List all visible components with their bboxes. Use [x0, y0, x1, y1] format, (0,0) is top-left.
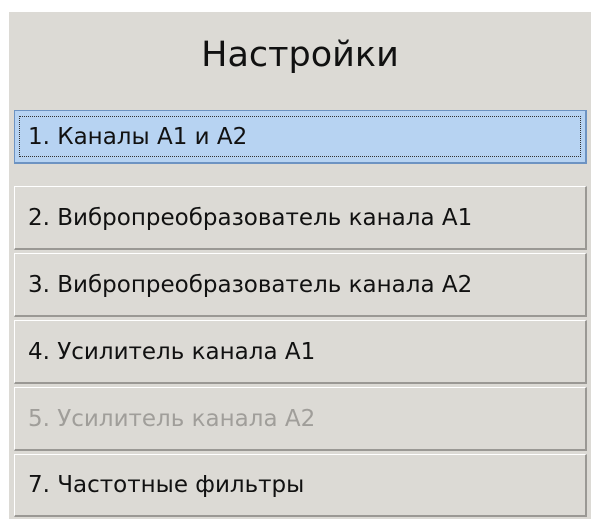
button-label: 2. Вибропреобразователь канала А1 [28, 204, 473, 231]
frequency-filters-button[interactable]: 7. Частотные фильтры [14, 454, 587, 517]
button-label: 5. Усилитель канала А2 [28, 405, 316, 432]
amplifier-a1-button[interactable]: 4. Усилитель канала А1 [14, 320, 587, 384]
page-title: Настройки [201, 35, 399, 75]
button-label: 4. Усилитель канала А1 [28, 338, 316, 365]
button-label: 7. Частотные фильтры [28, 472, 305, 498]
button-label: 1. Каналы А1 и А2 [28, 123, 248, 150]
vibro-transducer-a2-button[interactable]: 3. Вибропреобразователь канала А2 [14, 253, 587, 317]
channels-a1-a2-button[interactable]: 1. Каналы А1 и А2 [14, 110, 587, 164]
amplifier-a2-button[interactable]: 5. Усилитель канала А2 [14, 387, 587, 451]
vibro-transducer-a1-button[interactable]: 2. Вибропреобразователь канала А1 [14, 186, 587, 250]
button-label: 3. Вибропреобразователь канала А2 [28, 271, 473, 298]
